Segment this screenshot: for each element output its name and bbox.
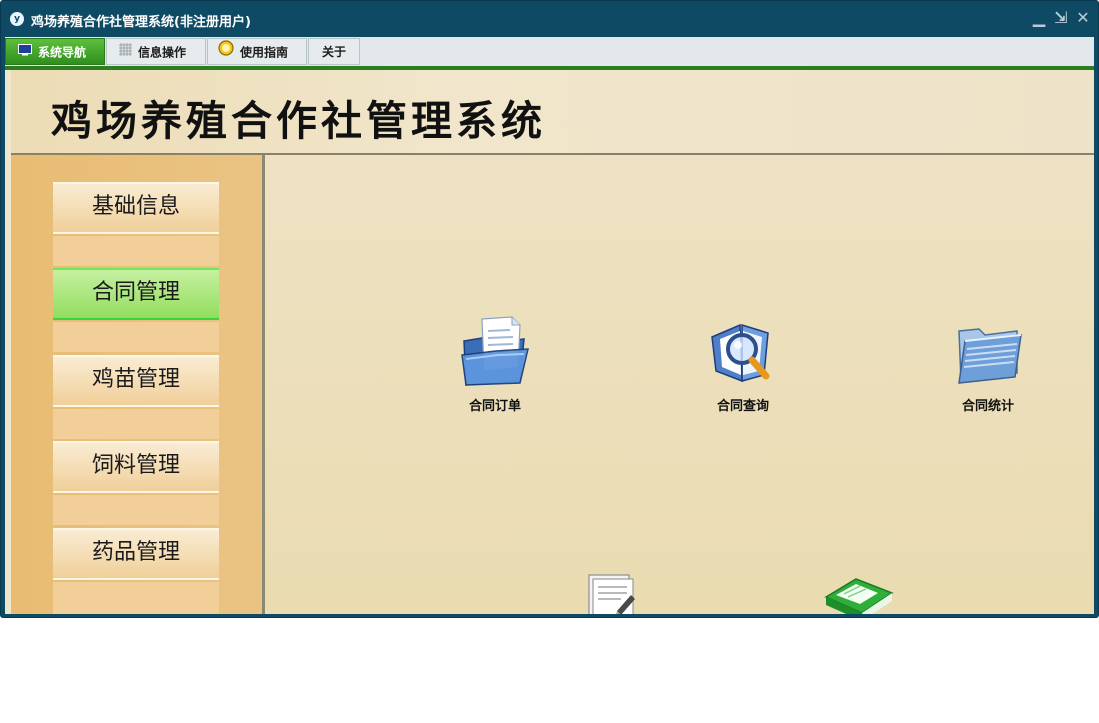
restore-button[interactable]: ⇲ bbox=[1053, 9, 1069, 27]
contract-query-button[interactable]: 合同查询 bbox=[693, 315, 793, 414]
close-button[interactable]: ✕ bbox=[1075, 9, 1091, 27]
title-bar[interactable]: y 鸡场养殖合作社管理系统(非注册用户) ▁ ⇲ ✕ bbox=[1, 1, 1098, 37]
icon-label: 合同查询 bbox=[716, 399, 769, 414]
minimize-button[interactable]: ▁ bbox=[1031, 9, 1047, 27]
sidebar-spacer bbox=[53, 582, 219, 614]
system-title: 鸡场养殖合作社管理系统 bbox=[51, 97, 546, 145]
menu-bar: 系统导航 信息操作 使用指南 关于 bbox=[5, 37, 1094, 67]
tab-info-operations[interactable]: 信息操作 bbox=[106, 38, 206, 65]
monitor-icon bbox=[18, 39, 32, 65]
tab-about[interactable]: 关于 bbox=[308, 38, 360, 65]
tab-user-guide[interactable]: 使用指南 bbox=[207, 38, 307, 65]
sidebar-spacer bbox=[53, 409, 219, 439]
tab-label: 关于 bbox=[321, 45, 346, 59]
tab-label: 使用指南 bbox=[240, 45, 289, 60]
sidebar-spacer bbox=[53, 495, 219, 525]
contract-order-button[interactable]: 合同订单 bbox=[445, 315, 545, 414]
main-panel: 合同订单 合同查询 合同统计 bbox=[265, 155, 1094, 614]
sidebar-item-feed-management[interactable]: 饲料管理 bbox=[53, 441, 219, 493]
folder-icon bbox=[938, 315, 1038, 387]
contract-edit-button[interactable] bbox=[561, 573, 661, 614]
document-folder-icon bbox=[445, 315, 545, 387]
sidebar-spacer bbox=[53, 236, 219, 266]
icon-label: 合同统计 bbox=[961, 399, 1014, 414]
green-book-icon bbox=[809, 573, 909, 614]
sidebar-item-chick-management[interactable]: 鸡苗管理 bbox=[53, 355, 219, 407]
sidebar-spacer bbox=[53, 322, 219, 352]
tab-system-navigation[interactable]: 系统导航 bbox=[5, 38, 105, 65]
app-logo-icon: y bbox=[10, 12, 24, 26]
compass-icon bbox=[218, 39, 234, 65]
sidebar: 基础信息 合同管理 鸡苗管理 饲料管理 药品管理 bbox=[11, 155, 262, 614]
app-window: y 鸡场养殖合作社管理系统(非注册用户) ▁ ⇲ ✕ 系统导航 信息操作 使用指… bbox=[0, 0, 1099, 618]
contract-book-button[interactable] bbox=[809, 573, 909, 614]
icon-label: 合同订单 bbox=[468, 399, 521, 414]
header-banner: 鸡场养殖合作社管理系统 bbox=[11, 70, 1094, 154]
sidebar-item-contract-management[interactable]: 合同管理 bbox=[53, 268, 219, 320]
edit-document-icon bbox=[561, 573, 661, 614]
tab-label: 系统导航 bbox=[38, 45, 87, 60]
grid-icon bbox=[119, 39, 132, 65]
window-title: 鸡场养殖合作社管理系统(非注册用户) bbox=[31, 15, 251, 30]
contract-statistics-button[interactable]: 合同统计 bbox=[938, 315, 1038, 414]
content-area: 鸡场养殖合作社管理系统 基础信息 合同管理 鸡苗管理 饲料管理 药品管理 合同订… bbox=[5, 70, 1094, 614]
magnifier-book-icon bbox=[693, 315, 793, 387]
sidebar-item-basic-info[interactable]: 基础信息 bbox=[53, 182, 219, 234]
sidebar-item-medicine-management[interactable]: 药品管理 bbox=[53, 528, 219, 580]
tab-label: 信息操作 bbox=[138, 45, 187, 60]
